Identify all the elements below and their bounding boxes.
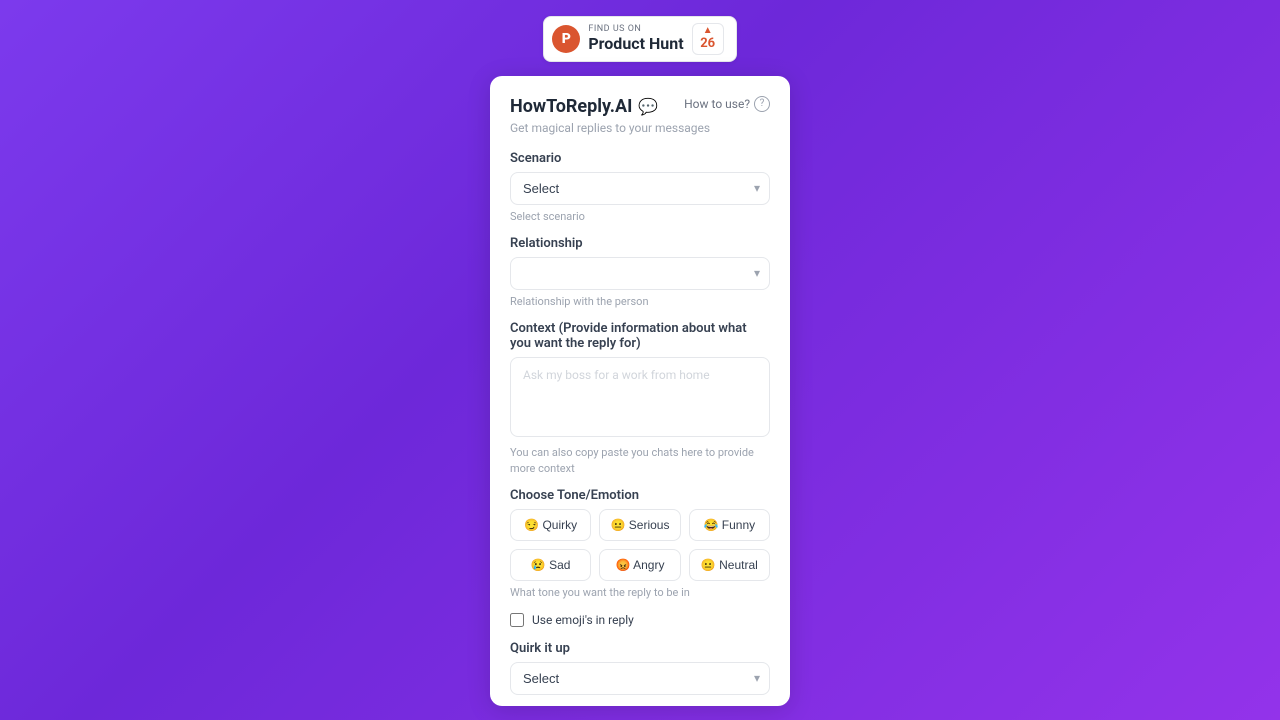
quirk-select[interactable]: Select A little Moderate A lot	[510, 662, 770, 695]
how-to-use-button[interactable]: How to use? ?	[684, 96, 770, 112]
scenario-label: Scenario	[510, 151, 770, 166]
product-hunt-name: Product Hunt	[588, 34, 683, 53]
product-hunt-logo: P	[552, 25, 580, 53]
relationship-hint: Relationship with the person	[510, 294, 770, 309]
vote-count-badge[interactable]: ▲ 26	[692, 23, 724, 55]
vote-number: 26	[700, 36, 715, 52]
emoji-checkbox-row: Use emoji's in reply	[510, 613, 770, 627]
tone-grid: 😏 Quirky 😐 Serious 😂 Funny 😢 Sad 😡 Angry…	[510, 509, 770, 581]
context-label: Context (Provide information about what …	[510, 321, 770, 351]
emoji-checkbox-label[interactable]: Use emoji's in reply	[532, 613, 634, 627]
upvote-arrow: ▲	[703, 26, 713, 36]
relationship-select-wrapper: Friend Boss Colleague Partner Family ▾	[510, 257, 770, 290]
quirk-label: Quirk it up	[510, 641, 770, 656]
scenario-select-wrapper: Select Professional Casual Romantic Conf…	[510, 172, 770, 205]
how-to-use-label: How to use?	[684, 97, 750, 111]
app-title-emoji: 💬	[638, 97, 658, 116]
relationship-section: Relationship Friend Boss Colleague Partn…	[510, 236, 770, 309]
tone-sad[interactable]: 😢 Sad	[510, 549, 591, 581]
context-textarea[interactable]	[510, 357, 770, 437]
quirk-select-wrapper: Select A little Moderate A lot ▾	[510, 662, 770, 695]
app-title: HowToReply.AI 💬	[510, 96, 658, 117]
app-subtitle: Get magical replies to your messages	[510, 121, 770, 135]
main-card: HowToReply.AI 💬 How to use? ? Get magica…	[490, 76, 790, 706]
scenario-hint: Select scenario	[510, 209, 770, 224]
tone-hint: What tone you want the reply to be in	[510, 585, 770, 600]
app-title-text: HowToReply.AI	[510, 96, 632, 117]
tone-serious[interactable]: 😐 Serious	[599, 509, 680, 541]
tone-label: Choose Tone/Emotion	[510, 488, 770, 503]
tone-section: Choose Tone/Emotion 😏 Quirky 😐 Serious 😂…	[510, 488, 770, 600]
card-header: HowToReply.AI 💬 How to use? ?	[510, 96, 770, 117]
relationship-select[interactable]: Friend Boss Colleague Partner Family	[510, 257, 770, 290]
tone-quirky[interactable]: 😏 Quirky	[510, 509, 591, 541]
product-hunt-badge[interactable]: P FIND US ON Product Hunt ▲ 26	[543, 16, 736, 62]
relationship-label: Relationship	[510, 236, 770, 251]
product-hunt-text: FIND US ON Product Hunt	[588, 24, 683, 53]
context-hint: You can also copy paste you chats here t…	[510, 445, 770, 476]
info-icon: ?	[754, 96, 770, 112]
scenario-section: Scenario Select Professional Casual Roma…	[510, 151, 770, 224]
emoji-checkbox[interactable]	[510, 613, 524, 627]
find-us-label: FIND US ON	[588, 24, 683, 34]
tone-funny[interactable]: 😂 Funny	[689, 509, 770, 541]
tone-neutral[interactable]: 😐 Neutral	[689, 549, 770, 581]
quirk-section: Quirk it up Select A little Moderate A l…	[510, 641, 770, 695]
scenario-select[interactable]: Select Professional Casual Romantic Conf…	[510, 172, 770, 205]
tone-angry[interactable]: 😡 Angry	[599, 549, 680, 581]
context-section: Context (Provide information about what …	[510, 321, 770, 476]
